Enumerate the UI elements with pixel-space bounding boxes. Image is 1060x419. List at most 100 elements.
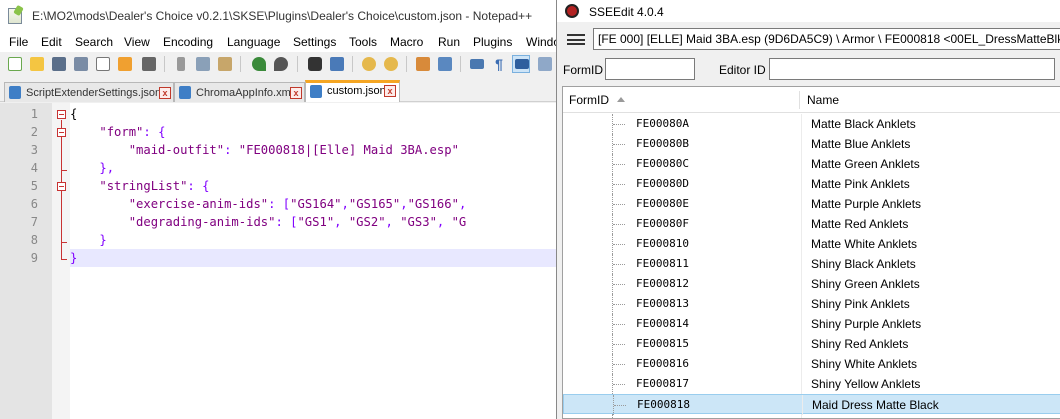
- fold-collapse-icon[interactable]: [57, 182, 66, 191]
- record-formid-cell: FE00080F: [636, 217, 689, 230]
- column-separator: [801, 314, 802, 334]
- record-row[interactable]: FE000819Maid Dress Matte Blue: [563, 414, 1060, 418]
- formid-filter-input[interactable]: [605, 58, 695, 80]
- notepad-app-icon: [8, 8, 22, 24]
- tab-close-button[interactable]: x: [384, 85, 396, 97]
- menu-tools[interactable]: Tools: [349, 35, 377, 49]
- line-number-gutter: 1 2 3 4 5 6 7 8 9: [0, 103, 52, 419]
- notepad-plus-plus-window: E:\MO2\mods\Dealer's Choice v0.2.1\SKSE\…: [0, 0, 560, 419]
- record-row[interactable]: FE000818 Maid Dress Matte Black: [563, 394, 1060, 415]
- tab-custom-json[interactable]: custom.json x: [305, 80, 400, 102]
- hamburger-menu-icon[interactable]: [567, 34, 585, 45]
- tree-branch-line: [613, 384, 625, 385]
- editorid-filter-input[interactable]: [769, 58, 1055, 80]
- column-header-formid[interactable]: FormID: [563, 87, 801, 113]
- new-file-icon[interactable]: [6, 55, 24, 73]
- record-formid-cell: FE000817: [636, 377, 689, 390]
- record-row[interactable]: FE000810 Matte White Anklets: [563, 234, 1060, 254]
- record-row[interactable]: FE000813 Shiny Pink Anklets: [563, 294, 1060, 314]
- file-icon: [9, 86, 21, 99]
- paste-icon[interactable]: [216, 55, 234, 73]
- menu-window[interactable]: Windo: [526, 35, 560, 49]
- code-editor[interactable]: 1 2 3 4 5 6 7 8 9 { "form": { "maid-outf…: [0, 103, 560, 419]
- document-map-icon[interactable]: [536, 55, 554, 73]
- menu-encoding[interactable]: Encoding: [163, 35, 213, 49]
- json-value: "FE000818|[Elle] Maid 3BA.esp": [238, 143, 459, 157]
- code-line-7: "degrading-anim-ids": ["GS1", "GS2", "GS…: [70, 213, 560, 231]
- tab-close-button[interactable]: x: [159, 87, 171, 99]
- fold-collapse-icon[interactable]: [57, 128, 66, 137]
- print-icon[interactable]: [140, 55, 158, 73]
- record-row[interactable]: FE000812 Shiny Green Anklets: [563, 274, 1060, 294]
- record-row[interactable]: FE00080B Matte Blue Anklets: [563, 134, 1060, 154]
- column-separator: [801, 214, 802, 234]
- zoom-out-icon[interactable]: [382, 55, 400, 73]
- save-icon[interactable]: [50, 55, 68, 73]
- json-value: "GS165": [348, 197, 401, 211]
- code-line-9: }: [70, 249, 560, 267]
- fold-collapse-icon[interactable]: [57, 110, 66, 119]
- record-row[interactable]: FE000817 Shiny Yellow Anklets: [563, 374, 1060, 394]
- column-separator: [801, 134, 802, 154]
- zoom-in-icon[interactable]: [360, 55, 378, 73]
- show-all-characters-icon[interactable]: ¶: [490, 55, 508, 73]
- indent-guide-icon[interactable]: [512, 55, 530, 73]
- sync-vertical-icon[interactable]: [414, 55, 432, 73]
- menu-edit[interactable]: Edit: [41, 35, 62, 49]
- menu-macro[interactable]: Macro: [390, 35, 423, 49]
- record-formid-cell: FE00080B: [636, 137, 689, 150]
- close-all-icon[interactable]: [116, 55, 134, 73]
- toolbar-separator: [406, 56, 407, 72]
- find-icon[interactable]: [306, 55, 324, 73]
- record-row[interactable]: FE00080D Matte Pink Anklets: [563, 174, 1060, 194]
- line-number: 5: [30, 179, 38, 193]
- json-value: "GS166": [407, 197, 459, 211]
- record-row[interactable]: FE00080F Matte Red Anklets: [563, 214, 1060, 234]
- tab-script-extender-settings[interactable]: ScriptExtenderSettings.json x: [4, 82, 174, 102]
- open-file-icon[interactable]: [28, 55, 46, 73]
- sync-horizontal-icon[interactable]: [436, 55, 454, 73]
- tab-label: custom.json: [327, 85, 386, 97]
- menu-file[interactable]: File: [9, 35, 28, 49]
- code-line-8: }: [70, 231, 560, 249]
- record-formid-cell: FE00080A: [636, 117, 689, 130]
- record-row[interactable]: FE000814 Shiny Purple Anklets: [563, 314, 1060, 334]
- record-path-field[interactable]: [FE 000] [ELLE] Maid 3BA.esp (9D6DA5C9) …: [593, 28, 1060, 50]
- record-row[interactable]: FE000816 Shiny White Anklets: [563, 354, 1060, 374]
- menu-language[interactable]: Language: [227, 35, 280, 49]
- tab-close-button[interactable]: x: [290, 87, 302, 99]
- record-row[interactable]: FE00080E Matte Purple Anklets: [563, 194, 1060, 214]
- fold-end-marker: [61, 242, 67, 243]
- sseedit-title-bar[interactable]: SSEEdit 4.0.4: [557, 0, 1060, 22]
- word-wrap-icon[interactable]: [468, 55, 486, 73]
- record-row[interactable]: FE00080A Matte Black Anklets: [563, 114, 1060, 134]
- menu-search[interactable]: Search: [75, 35, 113, 49]
- record-row[interactable]: FE000815 Shiny Red Anklets: [563, 334, 1060, 354]
- save-all-icon[interactable]: [72, 55, 90, 73]
- notepad-title-bar[interactable]: E:\MO2\mods\Dealer's Choice v0.2.1\SKSE\…: [0, 0, 560, 32]
- column-header-name[interactable]: Name: [801, 87, 1060, 113]
- record-name-cell: Matte Red Anklets: [811, 217, 909, 231]
- copy-icon[interactable]: [194, 55, 212, 73]
- code-text-area[interactable]: { "form": { "maid-outfit": "FE000818|[El…: [70, 103, 560, 419]
- tab-chroma-app-info[interactable]: ChromaAppInfo.xml x: [174, 82, 305, 102]
- menu-view[interactable]: View: [124, 35, 150, 49]
- menu-plugins[interactable]: Plugins: [473, 35, 512, 49]
- column-separator: [801, 354, 802, 374]
- record-formid-cell: FE000818: [637, 398, 690, 411]
- notepad-menu-bar: File Edit Search View Encoding Language …: [0, 32, 560, 52]
- record-tree-grid[interactable]: FormID Name FE00080A Matte Black Anklets F…: [562, 86, 1060, 419]
- replace-icon[interactable]: [328, 55, 346, 73]
- cut-icon[interactable]: [172, 55, 190, 73]
- undo-icon[interactable]: [250, 55, 268, 73]
- close-icon[interactable]: [94, 55, 112, 73]
- record-row[interactable]: FE00080C Matte Green Anklets: [563, 154, 1060, 174]
- redo-icon[interactable]: [272, 55, 290, 73]
- tree-branch-line: [613, 144, 625, 145]
- menu-run[interactable]: Run: [438, 35, 460, 49]
- record-row[interactable]: FE000811 Shiny Black Anklets: [563, 254, 1060, 274]
- tab-label: ChromaAppInfo.xml: [196, 87, 294, 99]
- menu-settings[interactable]: Settings: [293, 35, 336, 49]
- record-name-cell: Matte White Anklets: [811, 237, 918, 251]
- column-divider[interactable]: [799, 91, 800, 109]
